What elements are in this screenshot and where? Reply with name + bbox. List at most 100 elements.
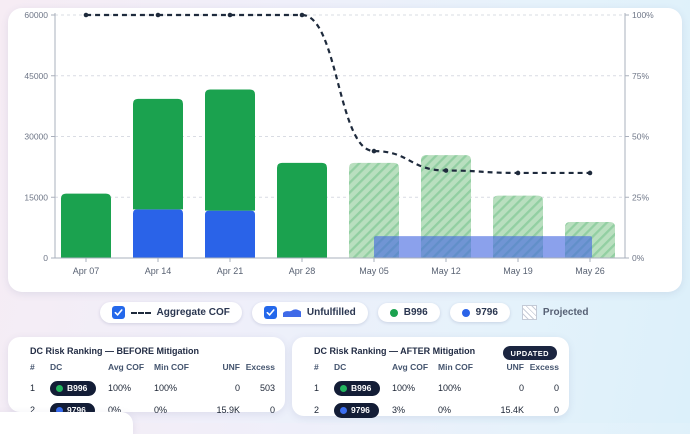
- x-axis-label: May 26: [575, 266, 605, 276]
- legend-item-projected[interactable]: Projected: [520, 301, 591, 324]
- column-header-#: #: [30, 362, 50, 377]
- series-dot-icon: [462, 309, 470, 317]
- dashboard-page: { "chart_data": { "type": "bar", "catego…: [0, 0, 690, 423]
- left-axis-label: 15000: [24, 192, 48, 202]
- column-header-avg-cof: Avg COF: [108, 362, 154, 377]
- x-axis-label: Apr 21: [217, 266, 244, 276]
- x-axis-label: Apr 07: [73, 266, 100, 276]
- column-header-unf: UNF: [488, 362, 524, 377]
- column-header-min-cof: Min COF: [438, 362, 488, 377]
- series-dot-icon: [390, 309, 398, 317]
- line-point-marker: [444, 168, 449, 173]
- line-point-marker: [588, 171, 593, 176]
- column-header-dc: DC: [334, 362, 392, 377]
- legend-item-unfulfilled[interactable]: Unfulfilled: [252, 302, 368, 324]
- cof-chart[interactable]: 0 15000 30000 45000 60000 0% 25% 50% 75% 100% Apr …: [8, 8, 682, 292]
- dc-label: 9796: [351, 405, 370, 415]
- dc-pill-b996: B996: [334, 381, 380, 396]
- dashed-line-icon: [131, 312, 151, 314]
- x-axis-label: May 19: [503, 266, 533, 276]
- chart-legend: Aggregate COF Unfulfilled B996 9796 Projecte…: [0, 301, 690, 324]
- hatch-swatch-icon: [522, 305, 537, 320]
- unfulfilled-band[interactable]: [374, 236, 592, 258]
- x-axis-label: Apr 14: [145, 266, 172, 276]
- legend-label: Unfulfilled: [307, 307, 356, 318]
- rank-cell: 2: [314, 402, 334, 419]
- checkbox-checked-icon[interactable]: [112, 306, 125, 319]
- rank-cell: 1: [30, 380, 50, 397]
- left-axis-label: 45000: [24, 71, 48, 81]
- x-axis-label: Apr 28: [289, 266, 316, 276]
- min-cof-cell: 100%: [438, 380, 488, 397]
- legend-item-b996[interactable]: B996: [378, 303, 440, 322]
- risk-table-after-grid: #DCAvg COFMin COFUNFExcess1B996100%100%0…: [314, 362, 559, 421]
- dc-dot-icon: [56, 385, 63, 392]
- line-point-marker: [156, 13, 161, 18]
- min-cof-cell: 0%: [438, 402, 488, 419]
- risk-table-after: DC Risk Ranking — AFTER Mitigation UPDAT…: [292, 337, 569, 416]
- legend-item-9796[interactable]: 9796: [450, 303, 510, 322]
- unf-cell: 0: [204, 380, 240, 397]
- column-header-excess: Excess: [524, 362, 559, 377]
- excess-cell: 0: [240, 402, 275, 419]
- column-header-dc: DC: [50, 362, 108, 377]
- dc-dot-icon: [340, 385, 347, 392]
- dc-cell: B996: [50, 377, 108, 399]
- column-header-excess: Excess: [240, 362, 275, 377]
- bar-9796[interactable]: [205, 211, 255, 258]
- dc-cell: B996: [334, 377, 392, 399]
- x-axis-label: May 05: [359, 266, 389, 276]
- bar-b996[interactable]: [133, 99, 183, 210]
- left-axis-label: 60000: [24, 10, 48, 20]
- line-point-marker: [228, 13, 233, 18]
- column-header-unf: UNF: [204, 362, 240, 377]
- bar-b996[interactable]: [205, 90, 255, 211]
- unf-cell: 0: [488, 380, 524, 397]
- legend-label: Aggregate COF: [157, 307, 230, 318]
- partial-card-bottom: [0, 412, 133, 434]
- dc-pill-9796: 9796: [334, 403, 379, 418]
- legend-label: 9796: [476, 307, 498, 318]
- dc-dot-icon: [340, 407, 347, 414]
- avg-cof-cell: 3%: [392, 402, 438, 419]
- excess-cell: 0: [524, 402, 559, 419]
- updated-badge: UPDATED: [503, 346, 558, 360]
- min-cof-cell: 0%: [154, 402, 204, 419]
- right-axis-label: 0%: [632, 253, 645, 263]
- checkbox-checked-icon[interactable]: [264, 306, 277, 319]
- legend-item-aggregate-cof[interactable]: Aggregate COF: [100, 302, 242, 323]
- column-header-#: #: [314, 362, 334, 377]
- line-point-marker: [516, 171, 521, 176]
- excess-cell: 503: [240, 380, 275, 397]
- dc-pill-b996: B996: [50, 381, 96, 396]
- min-cof-cell: 100%: [154, 380, 204, 397]
- risk-table-before: DC Risk Ranking — BEFORE Mitigation #DCA…: [8, 337, 285, 412]
- line-point-marker: [84, 13, 89, 18]
- avg-cof-cell: 100%: [392, 380, 438, 397]
- dc-cell: 9796: [334, 399, 392, 421]
- unf-cell: 15.9K: [204, 402, 240, 419]
- cof-chart-card: 0 15000 30000 45000 60000 0% 25% 50% 75% 100% Apr …: [8, 8, 682, 292]
- legend-label: Projected: [543, 307, 589, 318]
- line-point-marker: [372, 149, 377, 154]
- left-axis-label: 30000: [24, 132, 48, 142]
- rank-cell: 1: [314, 380, 334, 397]
- bar-b996[interactable]: [61, 194, 111, 258]
- avg-cof-cell: 100%: [108, 380, 154, 397]
- risk-table-before-title: DC Risk Ranking — BEFORE Mitigation: [30, 346, 275, 356]
- dc-label: B996: [67, 383, 87, 393]
- right-axis-label: 50%: [632, 132, 649, 142]
- unf-cell: 15.4K: [488, 402, 524, 419]
- bar-b996[interactable]: [277, 163, 327, 258]
- right-axis-label: 75%: [632, 71, 649, 81]
- column-header-avg-cof: Avg COF: [392, 362, 438, 377]
- legend-label: B996: [404, 307, 428, 318]
- x-axis-label: May 12: [431, 266, 461, 276]
- left-axis-label: 0: [43, 253, 48, 263]
- bar-9796[interactable]: [133, 209, 183, 258]
- area-wave-icon: [283, 306, 301, 320]
- column-header-min-cof: Min COF: [154, 362, 204, 377]
- excess-cell: 0: [524, 380, 559, 397]
- right-axis-label: 100%: [632, 10, 654, 20]
- right-axis-label: 25%: [632, 192, 649, 202]
